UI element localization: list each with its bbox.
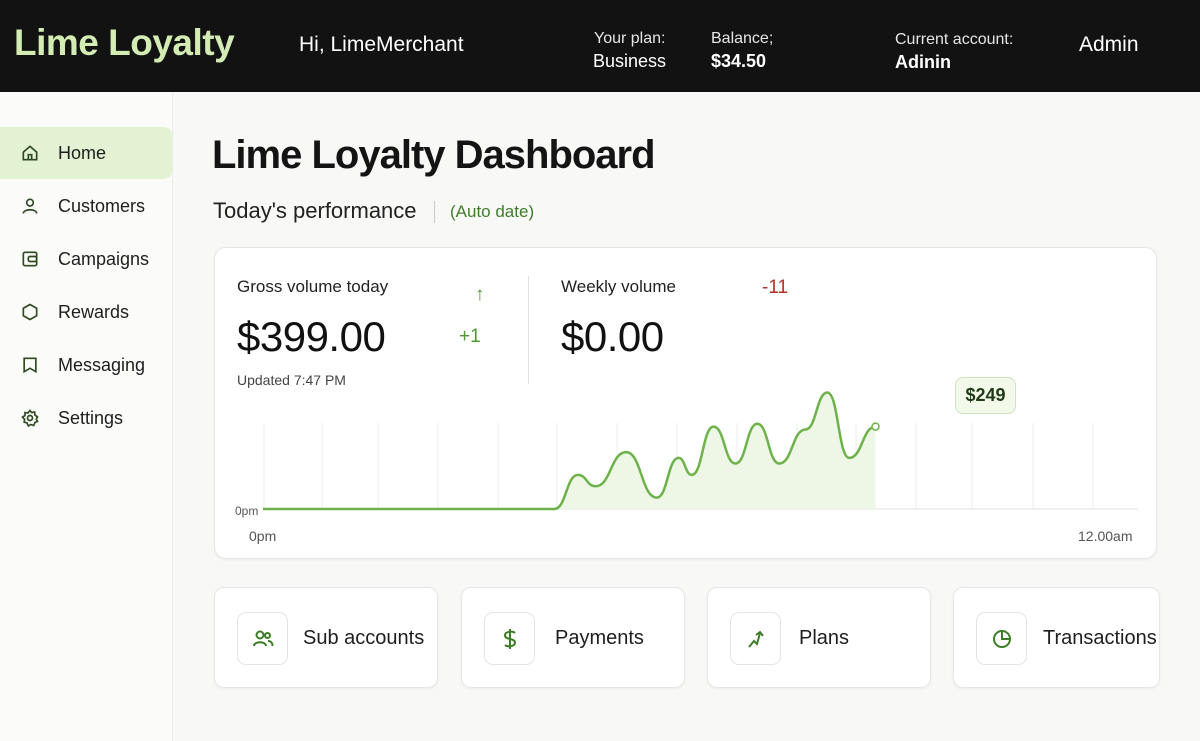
sidebar: Home Customers Campaigns Rewards Messagi… (0, 92, 173, 741)
current-account-value[interactable]: Adinin (895, 52, 951, 73)
tile-transactions[interactable]: Transactions (953, 587, 1160, 688)
heading-divider (434, 201, 435, 223)
wallet-icon (19, 248, 41, 270)
y-axis-label: 0pm (235, 504, 259, 518)
current-account-label: Current account: (895, 31, 1014, 48)
date-note[interactable]: (Auto date) (450, 202, 534, 222)
sidebar-item-label: Messaging (58, 354, 146, 375)
sidebar-item-settings[interactable]: Settings (0, 392, 172, 444)
arrow-up-icon (730, 612, 781, 665)
sidebar-item-label: Home (58, 142, 107, 163)
tile-label: Payments (555, 627, 644, 649)
greeting: Hi, LimeMerchant (299, 33, 464, 56)
balance-label: Balance; (711, 30, 774, 47)
tile-sub-accounts[interactable]: Sub accounts (214, 587, 438, 688)
user-icon (19, 195, 41, 217)
weekly-delta: -11 (762, 277, 789, 298)
dollar-icon (484, 612, 535, 665)
app-logo[interactable]: Lime Loyalty (14, 22, 235, 64)
users-icon (237, 612, 288, 665)
tile-plans[interactable]: Plans (707, 587, 931, 688)
sidebar-item-home[interactable]: Home (0, 127, 172, 179)
pie-chart-icon (976, 612, 1027, 665)
sidebar-item-messaging[interactable]: Messaging (0, 339, 172, 391)
home-icon (19, 142, 41, 164)
plan-label: Your plan: (594, 30, 666, 47)
sidebar-item-label: Settings (58, 407, 124, 428)
metrics-divider (528, 276, 529, 384)
weekly-volume-value: $0.00 (561, 313, 664, 360)
x-axis-start-label: 0pm (249, 528, 277, 544)
plan-value: Business (593, 51, 667, 71)
tile-label: Plans (799, 627, 850, 649)
hexagon-icon (19, 301, 41, 323)
sidebar-item-label: Rewards (58, 301, 130, 322)
page-title: Lime Loyalty Dashboard (212, 133, 656, 177)
x-axis-end-label: 12.00am (1078, 528, 1133, 544)
weekly-volume-label: Weekly volume (561, 277, 676, 296)
chart-tooltip: $249 (955, 377, 1016, 414)
tile-payments[interactable]: Payments (461, 587, 685, 688)
top-bar: Lime Loyalty Hi, LimeMerchant Your plan:… (0, 0, 1200, 92)
gross-delta: +1 (459, 326, 481, 347)
sidebar-item-label: Customers (58, 195, 146, 216)
performance-heading: Today's performance (213, 198, 417, 223)
book-icon (19, 354, 41, 376)
sidebar-item-rewards[interactable]: Rewards (0, 286, 172, 338)
tile-label: Transactions (1043, 627, 1157, 649)
tile-label: Sub accounts (303, 627, 425, 649)
gross-volume-label: Gross volume today (237, 277, 389, 296)
arrow-up-icon: ↑ (475, 284, 485, 305)
sidebar-item-customers[interactable]: Customers (0, 180, 172, 232)
balance-value: $34.50 (711, 51, 767, 71)
admin-menu[interactable]: Admin (1079, 33, 1139, 57)
gear-icon (19, 407, 41, 429)
sidebar-item-label: Campaigns (58, 248, 150, 269)
sidebar-item-campaigns[interactable]: Campaigns (0, 233, 172, 285)
gross-volume-value: $399.00 (237, 313, 386, 360)
chart-area (263, 392, 876, 509)
chart-point[interactable] (871, 422, 880, 431)
